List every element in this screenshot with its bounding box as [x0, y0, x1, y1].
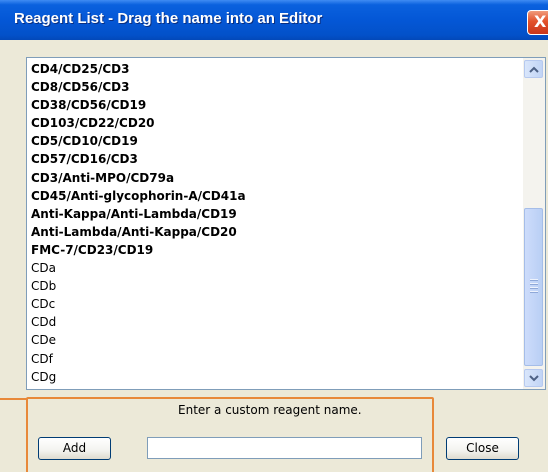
grip-icon [530, 279, 538, 295]
reagent-list-dialog: Reagent List - Drag the name into an Edi… [0, 0, 548, 472]
close-button[interactable]: Close [446, 437, 519, 460]
list-item[interactable]: CDg [31, 368, 511, 386]
list-item[interactable]: CD38/CD56/CD19 [31, 96, 511, 114]
list-item[interactable]: CDf [31, 350, 511, 368]
list-item[interactable]: CD8/CD56/CD3 [31, 78, 511, 96]
list-item[interactable]: CDa [31, 259, 511, 277]
list-item[interactable]: CDe [31, 331, 511, 349]
chevron-up-icon [529, 66, 539, 73]
custom-reagent-prompt: Enter a custom reagent name. [178, 403, 362, 417]
vertical-scrollbar[interactable] [523, 58, 545, 389]
add-button[interactable]: Add [38, 437, 111, 460]
list-item[interactable]: CDb [31, 277, 511, 295]
reagent-listbox[interactable]: CD4/CD25/CD3 CD8/CD56/CD3 CD38/CD56/CD19 CD… [26, 57, 546, 390]
scroll-down-button[interactable] [524, 369, 543, 387]
list-item[interactable]: CD103/CD22/CD20 [31, 114, 511, 132]
callout-line [0, 398, 27, 400]
custom-reagent-input[interactable] [147, 437, 422, 459]
scroll-up-button[interactable] [524, 60, 543, 78]
list-item[interactable]: FMC-7/CD23/CD19 [31, 241, 511, 259]
title-bar[interactable]: Reagent List - Drag the name into an Edi… [0, 0, 548, 40]
list-item[interactable]: CD3/Anti-MPO/CD79a [31, 169, 511, 187]
scroll-thumb[interactable] [524, 208, 543, 366]
list-item[interactable]: CDd [31, 313, 511, 331]
list-item[interactable]: CD45/Anti-glycophorin-A/CD41a [31, 187, 511, 205]
list-item[interactable]: Anti-Lambda/Anti-Kappa/CD20 [31, 223, 511, 241]
list-item[interactable]: CDc [31, 295, 511, 313]
chevron-down-icon [529, 375, 539, 382]
close-icon[interactable]: X [527, 10, 548, 35]
window-title: Reagent List - Drag the name into an Edi… [14, 10, 323, 27]
list-item[interactable]: Anti-Kappa/Anti-Lambda/CD19 [31, 205, 511, 223]
list-item[interactable]: CD4/CD25/CD3 [31, 60, 511, 78]
list-item[interactable]: CD57/CD16/CD3 [31, 150, 511, 168]
list-item[interactable]: CD5/CD10/CD19 [31, 132, 511, 150]
reagent-items: CD4/CD25/CD3 CD8/CD56/CD3 CD38/CD56/CD19 CD… [31, 60, 511, 386]
